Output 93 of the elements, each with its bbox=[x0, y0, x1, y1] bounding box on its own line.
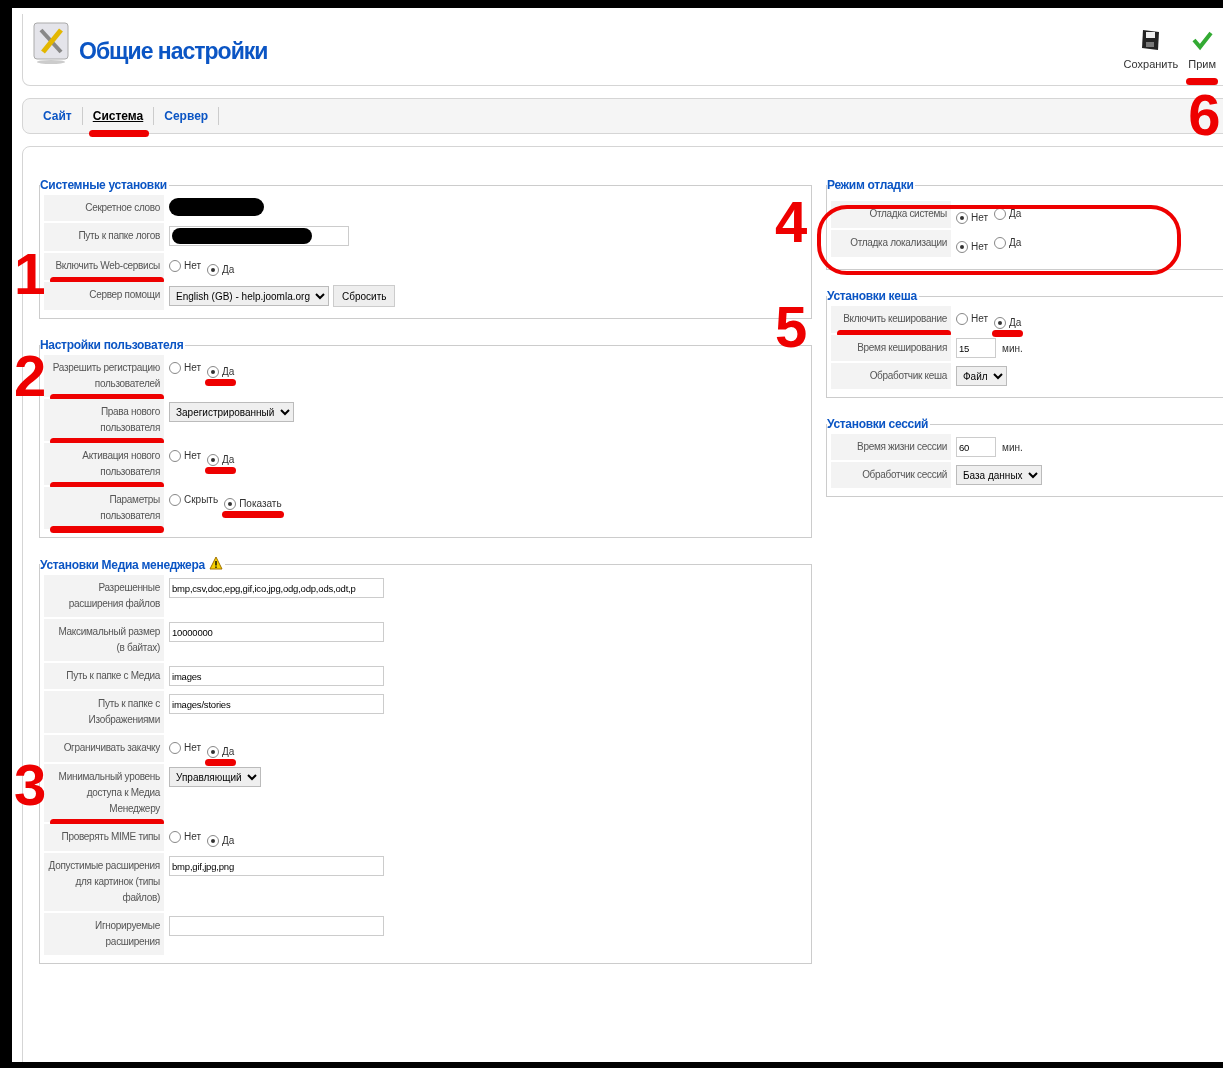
option-label[interactable]: Да bbox=[222, 744, 235, 759]
annotation-number: 6 bbox=[1188, 86, 1219, 144]
tab[interactable]: Система bbox=[82, 107, 155, 125]
select-field[interactable]: База данных bbox=[956, 465, 1042, 485]
radio-button[interactable] bbox=[956, 312, 968, 325]
radio-button[interactable] bbox=[956, 240, 968, 253]
select-field[interactable]: Файл bbox=[956, 366, 1007, 386]
radio-button[interactable] bbox=[169, 741, 181, 754]
field-label: Права нового пользователя bbox=[100, 406, 160, 433]
input-field[interactable]: 10000000 bbox=[169, 622, 384, 642]
annotation-number: 3 bbox=[14, 756, 45, 814]
unit-label: мин. bbox=[1002, 441, 1023, 453]
option-label[interactable]: Показать bbox=[239, 496, 282, 511]
option-label[interactable]: Нет bbox=[184, 448, 202, 463]
field-label: Параметры пользователя bbox=[100, 494, 160, 521]
field-label: Отладка локализации bbox=[850, 237, 947, 248]
section-legend: Установки кеша bbox=[827, 289, 917, 303]
field-label: Проверять MIME типы bbox=[61, 831, 160, 842]
radio-button[interactable] bbox=[169, 449, 181, 462]
field-label: Включить Web-сервисы bbox=[55, 260, 160, 271]
radio-button[interactable] bbox=[169, 259, 181, 272]
field-label: Сервер помощи bbox=[89, 289, 160, 300]
radio-button[interactable] bbox=[169, 493, 181, 506]
radio-button[interactable] bbox=[956, 211, 968, 224]
section-legend: Системные установки bbox=[40, 178, 167, 192]
radio-button[interactable] bbox=[207, 745, 220, 758]
option-label[interactable]: Скрыть bbox=[184, 492, 219, 507]
radio-button[interactable] bbox=[224, 497, 237, 510]
select-field[interactable]: English (GB) - help.joomla.org bbox=[169, 286, 329, 306]
field-label: Обработчик кеша bbox=[869, 370, 947, 381]
section-legend: Настройки пользователя bbox=[40, 338, 184, 352]
section-legend: Режим отладки bbox=[827, 178, 914, 192]
option-label[interactable]: Нет bbox=[184, 740, 202, 755]
option-label[interactable]: Нет bbox=[971, 210, 989, 225]
section-legend: Установки Медиа менеджера bbox=[40, 558, 205, 572]
radio-button[interactable] bbox=[207, 263, 220, 276]
section-legend: Установки сессий bbox=[827, 417, 929, 431]
input-field[interactable] bbox=[169, 916, 384, 936]
field-label: Минимальный уровень доступа к Медиа Менеджеру bbox=[58, 771, 160, 814]
annotation-number: 5 bbox=[775, 298, 806, 356]
radio-button[interactable] bbox=[207, 834, 220, 847]
option-label[interactable]: Да bbox=[222, 262, 235, 277]
annotation-number: 4 bbox=[775, 193, 806, 251]
option-label[interactable]: Да bbox=[1009, 206, 1022, 221]
option-label[interactable]: Да bbox=[1009, 235, 1022, 250]
input-field[interactable] bbox=[169, 226, 349, 246]
field-label: Разрешенные расширения файлов bbox=[68, 582, 160, 609]
option-label[interactable]: Нет bbox=[184, 360, 202, 375]
field-label: Время кеширования bbox=[857, 342, 947, 353]
reset-button[interactable]: Сбросить bbox=[333, 285, 396, 307]
field-label: Ограничивать закачку bbox=[63, 742, 160, 753]
radio-button[interactable] bbox=[169, 830, 181, 843]
option-label[interactable]: Да bbox=[222, 364, 235, 379]
field-label: Игнорируемые расширения bbox=[95, 920, 160, 947]
field-label: Путь к папке логов bbox=[78, 230, 160, 241]
field-label: Разрешить регистрацию пользователей bbox=[52, 362, 160, 389]
field-label: Максимальный размер (в байтах) bbox=[58, 626, 160, 653]
annotation-number: 1 bbox=[14, 245, 45, 303]
field-label: Время жизни сессии bbox=[857, 441, 947, 452]
radio-button[interactable] bbox=[207, 453, 220, 466]
save-button[interactable]: Сохранить bbox=[1123, 28, 1179, 73]
field-label: Включить кеширование bbox=[843, 313, 947, 324]
page-title: Общие настройки bbox=[79, 37, 268, 66]
field-label: Секретное слово bbox=[85, 202, 160, 213]
option-label[interactable]: Нет bbox=[971, 311, 989, 326]
unit-label: мин. bbox=[1002, 342, 1023, 354]
option-label[interactable]: Да bbox=[222, 452, 235, 467]
input-field[interactable]: 15 bbox=[956, 338, 996, 358]
radio-button[interactable] bbox=[994, 236, 1007, 249]
select-field[interactable]: Зарегистрированный bbox=[169, 402, 294, 422]
tab[interactable]: Сайт bbox=[33, 107, 83, 125]
field-label: Путь к папке с Медиа bbox=[66, 670, 160, 681]
input-field[interactable]: 60 bbox=[956, 437, 996, 457]
input-field[interactable]: images bbox=[169, 666, 384, 686]
option-label[interactable]: Да bbox=[222, 833, 235, 848]
input-field[interactable]: bmp,gif,jpg,png bbox=[169, 856, 384, 876]
tools-icon bbox=[33, 22, 71, 64]
field-label: Допустимые расширения для картинок (типы файлов) bbox=[48, 860, 160, 903]
field-label: Обработчик сессий bbox=[862, 469, 947, 480]
select-field[interactable]: Управляющий bbox=[169, 767, 261, 787]
field-label: Активация нового пользователя bbox=[82, 450, 160, 477]
tab[interactable]: Сервер bbox=[154, 107, 220, 125]
option-label[interactable]: Да bbox=[1009, 315, 1022, 330]
option-label[interactable]: Нет bbox=[184, 258, 202, 273]
input-field[interactable]: bmp,csv,doc,epg,gif,ico,jpg,odg,odp,ods,odt,p bbox=[169, 578, 384, 598]
radio-button[interactable] bbox=[994, 316, 1007, 329]
option-label[interactable]: Нет bbox=[971, 239, 989, 254]
field-label: Путь к папке с Изображениями bbox=[88, 698, 160, 725]
radio-button[interactable] bbox=[169, 361, 181, 374]
field-label: Отладка системы bbox=[869, 208, 947, 219]
option-label[interactable]: Нет bbox=[184, 829, 202, 844]
input-field[interactable]: images/stories bbox=[169, 694, 384, 714]
radio-button[interactable] bbox=[207, 365, 220, 378]
